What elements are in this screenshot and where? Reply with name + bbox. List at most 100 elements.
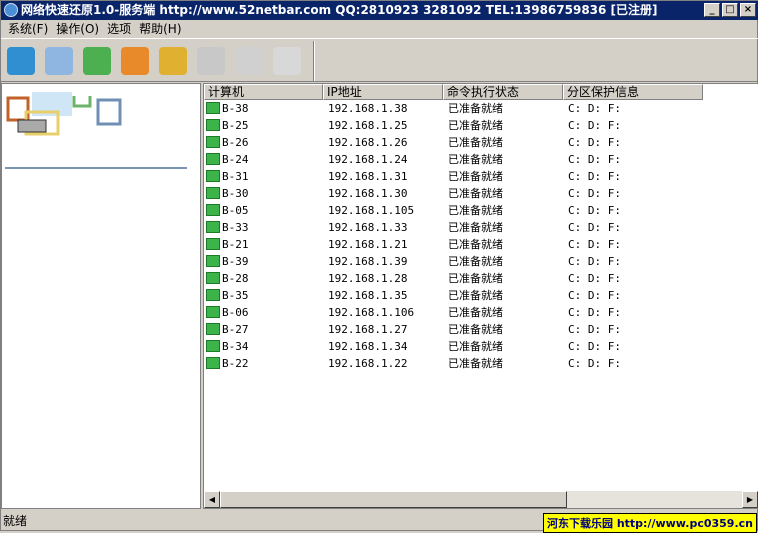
windows-icon[interactable] <box>45 47 73 75</box>
ip-address: 192.168.1.34 <box>328 340 408 353</box>
ip-address: 192.168.1.27 <box>328 323 408 336</box>
computer-icon <box>206 238 220 250</box>
command-status: 已准备就绪 <box>448 323 503 336</box>
partition-info: C: D: F: <box>568 306 621 319</box>
command-status: 已准备就绪 <box>448 119 503 132</box>
computer-name: B-25 <box>222 119 249 132</box>
logo-graphic-icon <box>6 92 122 136</box>
computer-name: B-33 <box>222 221 249 234</box>
computer-icon <box>206 136 220 148</box>
ip-address: 192.168.1.38 <box>328 102 408 115</box>
computer-list: 计算机 IP地址 命令执行状态 分区保护信息 B-38 192.168.1.38 已… <box>203 83 758 509</box>
partition-info: C: D: F: <box>568 119 621 132</box>
menu-system[interactable]: 系统(F) <box>4 20 52 38</box>
table-row[interactable]: B-26 192.168.1.26 已准备就绪 C: D: F: <box>204 134 703 151</box>
scroll-left-button[interactable]: ◀ <box>204 491 220 508</box>
table-row[interactable]: B-35 192.168.1.35 已准备就绪 C: D: F: <box>204 287 703 304</box>
users-icon[interactable] <box>121 47 149 75</box>
command-status: 已准备就绪 <box>448 238 503 251</box>
table-row[interactable]: B-25 192.168.1.25 已准备就绪 C: D: F: <box>204 117 703 134</box>
ip-address: 192.168.1.33 <box>328 221 408 234</box>
column-header-status[interactable]: 命令执行状态 <box>443 84 563 100</box>
ip-address: 192.168.1.24 <box>328 153 408 166</box>
partition-info: C: D: F: <box>568 204 621 217</box>
ip-address: 192.168.1.35 <box>328 289 408 302</box>
partition-info: C: D: F: <box>568 221 621 234</box>
computer-icon <box>206 170 220 182</box>
watermark: 河东下载乐园 http://www.pc0359.cn <box>543 513 757 533</box>
card-icon[interactable] <box>159 47 187 75</box>
chart-icon[interactable] <box>235 47 263 75</box>
computer-name: B-24 <box>222 153 249 166</box>
column-header-computer[interactable]: 计算机 <box>204 84 323 100</box>
ip-address: 192.168.1.105 <box>328 204 415 217</box>
table-row[interactable]: B-21 192.168.1.21 已准备就绪 C: D: F: <box>204 236 703 253</box>
horizontal-scrollbar[interactable]: ◀ ▶ <box>204 491 758 508</box>
computer-name: B-06 <box>222 306 249 319</box>
computer-name: B-28 <box>222 272 249 285</box>
computer-name: B-39 <box>222 255 249 268</box>
left-pane-divider <box>5 167 187 169</box>
title-bar: 网络快速还原1.0-服务端 http://www.52netbar.com QQ… <box>1 1 758 20</box>
computer-name: B-38 <box>222 102 249 115</box>
close-button[interactable]: × <box>740 3 756 17</box>
partition-info: C: D: F: <box>568 255 621 268</box>
table-row[interactable]: B-28 192.168.1.28 已准备就绪 C: D: F: <box>204 270 703 287</box>
command-status: 已准备就绪 <box>448 306 503 319</box>
computer-name: B-22 <box>222 357 249 370</box>
toolbar-separator <box>313 41 315 81</box>
menu-operation[interactable]: 操作(O) <box>52 20 103 38</box>
computers-icon[interactable] <box>7 47 35 75</box>
column-header-ip[interactable]: IP地址 <box>323 84 443 100</box>
partition-info: C: D: F: <box>568 153 621 166</box>
table-row[interactable]: B-24 192.168.1.24 已准备就绪 C: D: F: <box>204 151 703 168</box>
table-row[interactable]: B-31 192.168.1.31 已准备就绪 C: D: F: <box>204 168 703 185</box>
table-row[interactable]: B-33 192.168.1.33 已准备就绪 C: D: F: <box>204 219 703 236</box>
globe-icon[interactable] <box>197 47 225 75</box>
table-row[interactable]: B-22 192.168.1.22 已准备就绪 C: D: F: <box>204 355 703 372</box>
ip-address: 192.168.1.21 <box>328 238 408 251</box>
computer-icon <box>206 357 220 369</box>
menu-help[interactable]: 帮助(H) <box>135 20 185 38</box>
partition-info: C: D: F: <box>568 238 621 251</box>
table-row[interactable]: B-27 192.168.1.27 已准备就绪 C: D: F: <box>204 321 703 338</box>
computer-name: B-35 <box>222 289 249 302</box>
menu-options[interactable]: 选项 <box>103 20 135 38</box>
scroll-thumb[interactable] <box>220 491 567 508</box>
command-status: 已准备就绪 <box>448 204 503 217</box>
scroll-right-button[interactable]: ▶ <box>742 491 758 508</box>
command-status: 已准备就绪 <box>448 102 503 115</box>
maximize-button[interactable]: □ <box>722 3 738 17</box>
column-header-partition[interactable]: 分区保护信息 <box>563 84 703 100</box>
command-status: 已准备就绪 <box>448 340 503 353</box>
partition-info: C: D: F: <box>568 272 621 285</box>
menu-bar: 系统(F) 操作(O) 选项 帮助(H) <box>1 20 186 38</box>
computer-name: B-31 <box>222 170 249 183</box>
command-status: 已准备就绪 <box>448 153 503 166</box>
computer-icon <box>206 153 220 165</box>
left-pane <box>1 83 201 509</box>
ip-address: 192.168.1.22 <box>328 357 408 370</box>
command-status: 已准备就绪 <box>448 221 503 234</box>
table-row[interactable]: B-30 192.168.1.30 已准备就绪 C: D: F: <box>204 185 703 202</box>
computer-icon <box>206 102 220 114</box>
computer-icon <box>206 187 220 199</box>
table-row[interactable]: B-05 192.168.1.105 已准备就绪 C: D: F: <box>204 202 703 219</box>
window-icon[interactable] <box>273 47 301 75</box>
table-row[interactable]: B-39 192.168.1.39 已准备就绪 C: D: F: <box>204 253 703 270</box>
ip-address: 192.168.1.106 <box>328 306 415 319</box>
computer-icon <box>206 255 220 267</box>
partition-info: C: D: F: <box>568 102 621 115</box>
ip-address: 192.168.1.30 <box>328 187 408 200</box>
green-board-icon[interactable] <box>83 47 111 75</box>
toolbar <box>1 38 758 82</box>
command-status: 已准备就绪 <box>448 187 503 200</box>
table-row[interactable]: B-38 192.168.1.38 已准备就绪 C: D: F: <box>204 100 703 117</box>
computer-icon <box>206 340 220 352</box>
partition-info: C: D: F: <box>568 289 621 302</box>
minimize-button[interactable]: _ <box>704 3 720 17</box>
table-row[interactable]: B-34 192.168.1.34 已准备就绪 C: D: F: <box>204 338 703 355</box>
ip-address: 192.168.1.25 <box>328 119 408 132</box>
computer-icon <box>206 221 220 233</box>
table-row[interactable]: B-06 192.168.1.106 已准备就绪 C: D: F: <box>204 304 703 321</box>
